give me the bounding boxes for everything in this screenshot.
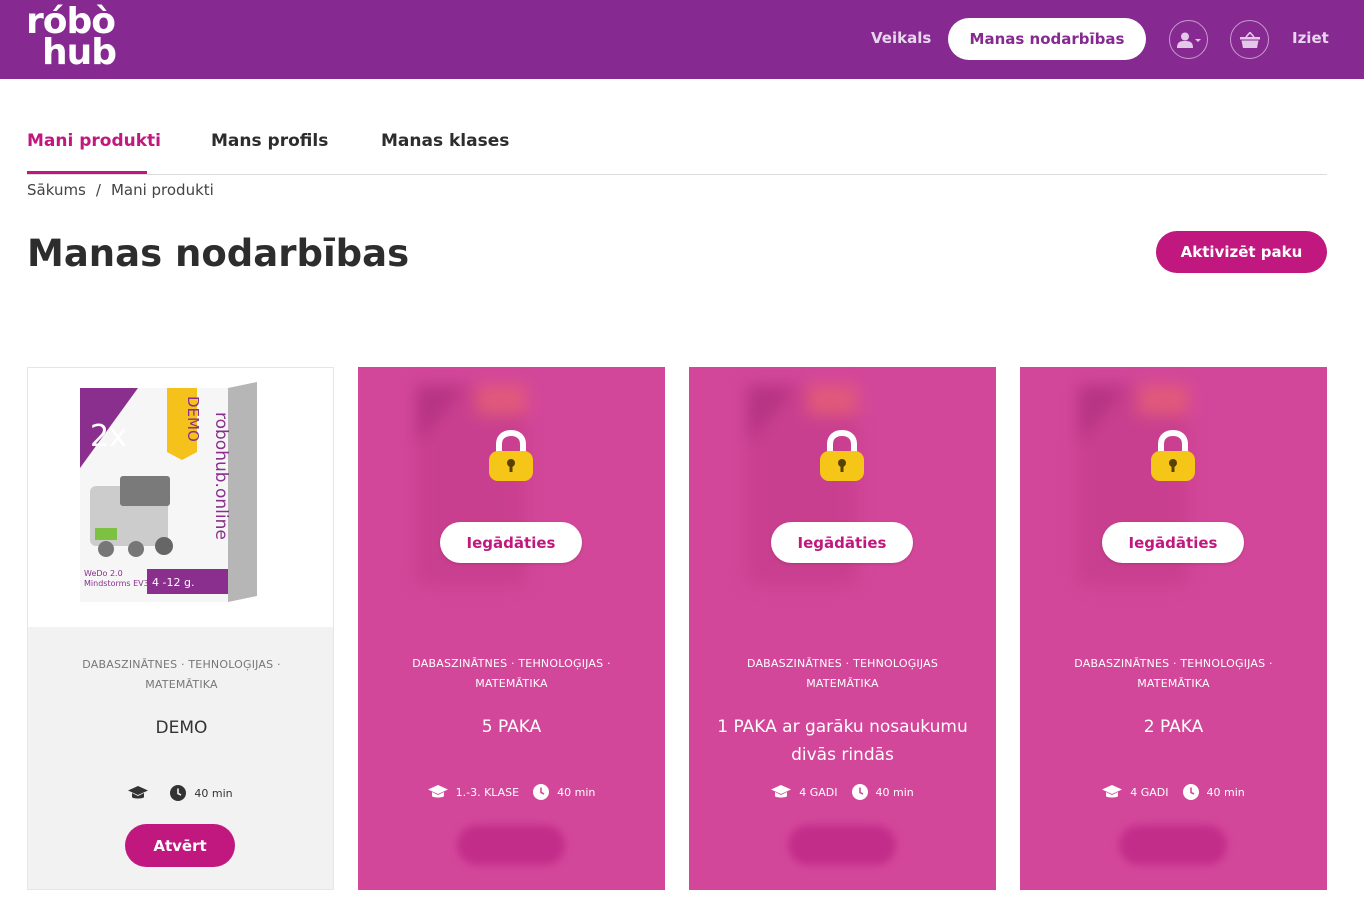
product-card-locked: Iegādāties DABASZINĀTNES · TEHNOLOĢIJAS … xyxy=(689,367,996,890)
breadcrumb-home[interactable]: Sākums xyxy=(27,181,86,199)
box-demo-label: DEMO xyxy=(184,396,202,442)
grade-value: 1.-3. KLASE xyxy=(455,785,520,799)
product-card-locked: Iegādāties DABASZINĀTNES · TEHNOLOĢIJAS … xyxy=(1020,367,1327,890)
tab-my-profile[interactable]: Mans profils xyxy=(211,131,328,151)
box-line-1: WeDo 2.0 xyxy=(84,569,123,578)
product-card-locked: Iegādāties DABASZINĀTNES · TEHNOLOĢIJAS … xyxy=(358,367,665,890)
clock-icon xyxy=(170,785,187,801)
user-icon xyxy=(1176,32,1201,48)
clock-icon xyxy=(851,784,868,800)
logo-line-2: hub xyxy=(42,32,117,73)
activate-package-button[interactable]: Aktivizēt paku xyxy=(1156,231,1327,273)
duration-meta: 40 min xyxy=(533,784,595,800)
tab-my-products[interactable]: Mani produkti xyxy=(27,131,161,151)
tags-line-1: DABASZINĀTNES · TEHNOLOĢIJAS · xyxy=(412,657,611,670)
grade-value: 4 GADI xyxy=(799,785,838,799)
padlock-icon xyxy=(820,429,864,481)
page-title: Manas nodarbības xyxy=(27,232,410,275)
box-brand: robohub.online xyxy=(211,412,231,540)
duration-meta: 40 min xyxy=(851,784,914,800)
blurred-open-button xyxy=(457,825,565,865)
tags-line-1: DABASZINĀTNES · TEHNOLOĢIJAS · xyxy=(1074,657,1273,670)
graduation-cap-icon xyxy=(771,785,792,798)
tags-line-1: DABASZINĀTNES · TEHNOLOĢIJAS xyxy=(746,657,939,670)
card-title: 5 PAKA xyxy=(481,717,542,737)
grade-meta xyxy=(128,786,156,800)
clock-icon xyxy=(533,784,550,800)
duration-meta: 40 min xyxy=(1182,784,1245,800)
profile-menu-button[interactable] xyxy=(1169,20,1208,59)
buy-button[interactable]: Iegādāties xyxy=(1102,522,1244,563)
card-subject-tags: DABASZINĀTNES · TEHNOLOĢIJAS · MATEMĀTIK… xyxy=(1040,654,1307,694)
padlock-icon xyxy=(489,429,533,481)
card-meta: 4 GADI 40 min xyxy=(1020,784,1327,800)
card-subject-tags: DABASZINĀTNES · TEHNOLOĢIJAS · MATEMĀTIK… xyxy=(378,654,645,694)
blurred-product-image xyxy=(1068,385,1218,605)
card-meta: 4 GADI 40 min xyxy=(689,784,996,800)
tags-line-2: MATEMĀTIKA xyxy=(806,677,879,690)
card-title: 1 PAKA ar garāku nosaukumu divās rindās xyxy=(717,717,968,765)
open-button[interactable]: Atvērt xyxy=(125,824,235,867)
tags-line-2: MATEMĀTIKA xyxy=(145,678,218,691)
breadcrumb-separator: / xyxy=(95,181,101,199)
box-line-2: Mindstorms EV3 xyxy=(84,579,149,588)
card-meta: 40 min xyxy=(28,785,333,801)
my-lessons-nav-button[interactable]: Manas nodarbības xyxy=(948,18,1146,60)
blurred-product-image xyxy=(737,385,887,605)
active-tab-indicator xyxy=(27,171,147,174)
box-age: 4 -12 g. xyxy=(152,576,194,589)
buy-button[interactable]: Iegādāties xyxy=(771,522,913,563)
logout-link[interactable]: Iziet xyxy=(1292,29,1329,47)
blurred-open-button xyxy=(1119,825,1227,865)
blurred-product-image xyxy=(406,385,556,605)
duration-value: 40 min xyxy=(875,785,914,799)
graduation-cap-icon xyxy=(427,785,448,798)
store-link[interactable]: Veikals xyxy=(871,29,931,47)
duration-value: 40 min xyxy=(1206,785,1245,799)
basket-icon xyxy=(1239,31,1260,48)
card-meta: 1.-3. KLASE 40 min xyxy=(358,784,665,800)
blurred-open-button xyxy=(788,825,896,865)
card-title: DEMO xyxy=(155,718,208,738)
duration-meta: 40 min xyxy=(170,785,233,801)
product-image: 2x DEMO robohub.online WeDo 2.0 Mindstor… xyxy=(28,368,333,627)
padlock-icon xyxy=(1151,429,1195,481)
grade-value: 4 GADI xyxy=(1130,785,1169,799)
box-multiplier: 2x xyxy=(90,419,127,454)
duration-value: 40 min xyxy=(557,785,596,799)
breadcrumb-current: Mani produkti xyxy=(110,181,214,199)
tags-line-1: DABASZINĀTNES · TEHNOLOĢIJAS · xyxy=(82,658,281,671)
grade-meta: 4 GADI xyxy=(1102,785,1169,799)
product-card-demo: 2x DEMO robohub.online WeDo 2.0 Mindstor… xyxy=(27,367,334,890)
clock-icon xyxy=(1182,784,1199,800)
graduation-cap-icon xyxy=(1102,785,1123,798)
product-box-illustration: 2x DEMO robohub.online WeDo 2.0 Mindstor… xyxy=(80,382,257,602)
card-subject-tags: DABASZINĀTNES · TEHNOLOĢIJAS MATEMĀTIKA xyxy=(709,654,976,694)
card-subject-tags: DABASZINĀTNES · TEHNOLOĢIJAS · MATEMĀTIK… xyxy=(48,655,315,695)
grade-meta: 1.-3. KLASE xyxy=(427,785,520,799)
duration-value: 40 min xyxy=(194,786,233,800)
tags-line-2: MATEMĀTIKA xyxy=(1137,677,1210,690)
card-title: 2 PAKA xyxy=(1143,717,1204,737)
top-navigation-bar: róbò hub Veikals Manas nodarbības Iziet xyxy=(0,0,1364,79)
account-tabs: Mani produkti Mans profils Manas klases xyxy=(27,128,1327,175)
tags-line-2: MATEMĀTIKA xyxy=(475,677,548,690)
breadcrumb: Sākums / Mani produkti xyxy=(27,181,214,199)
robohub-logo[interactable]: róbò hub xyxy=(26,4,122,73)
tab-my-classes[interactable]: Manas klases xyxy=(381,131,509,151)
cart-button[interactable] xyxy=(1230,20,1269,59)
graduation-cap-icon xyxy=(128,786,149,799)
buy-button[interactable]: Iegādāties xyxy=(440,522,582,563)
grade-meta: 4 GADI xyxy=(771,785,838,799)
